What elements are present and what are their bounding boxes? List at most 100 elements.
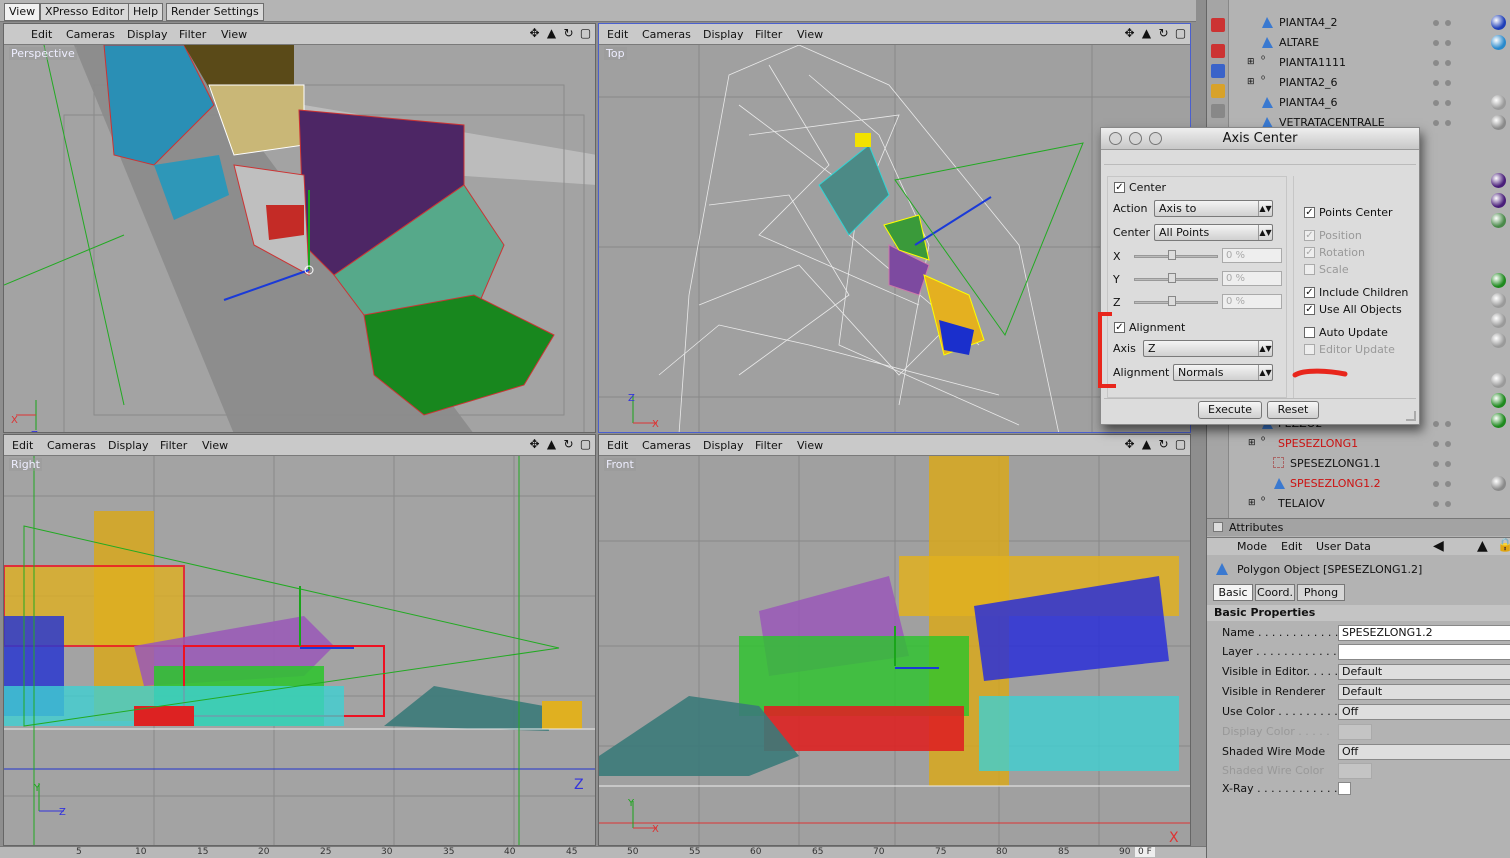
maximize-icon[interactable]: ▢ [1174, 26, 1187, 40]
menu-filter[interactable]: Filter [755, 439, 782, 452]
tab-view[interactable]: View [4, 3, 41, 21]
expand-icon[interactable]: ⊞ [1247, 77, 1255, 87]
object-row[interactable]: SPESEZLONG1.2 [1207, 474, 1510, 494]
menu-display[interactable]: Display [108, 439, 149, 452]
action-select[interactable]: Axis to ▲▼ [1154, 200, 1273, 217]
menu-filter[interactable]: Filter [755, 28, 782, 41]
tab-xpresso-editor[interactable]: XPresso Editor [40, 3, 130, 21]
material-tag-icon[interactable] [1491, 273, 1506, 288]
tab-render-settings[interactable]: Render Settings [166, 3, 264, 21]
expand-icon[interactable]: ⊞ [1248, 438, 1256, 448]
zoom-window-icon[interactable] [1149, 132, 1162, 145]
y-slider[interactable] [1134, 278, 1218, 281]
dialog-title-bar[interactable]: Axis Center [1101, 128, 1419, 150]
maximize-icon[interactable]: ▢ [579, 26, 592, 40]
object-row[interactable]: ALTARE [1207, 33, 1510, 53]
object-row[interactable]: ⊞ ⁰ SPESEZLONG1 [1207, 434, 1510, 454]
y-value-field[interactable]: 0 % [1222, 271, 1282, 286]
center-mode-select[interactable]: All Points ▲▼ [1154, 224, 1273, 241]
material-tag-icon[interactable] [1491, 373, 1506, 388]
execute-button[interactable]: Execute [1198, 401, 1262, 419]
material-tag-icon[interactable] [1491, 193, 1506, 208]
render-visibility-dot[interactable] [1445, 481, 1451, 487]
viewport-front[interactable]: Edit Cameras Display Filter View ✥ ▲ ↻ ▢ [598, 434, 1191, 846]
material-tag-icon[interactable] [1491, 35, 1506, 50]
editor-visibility-dot[interactable] [1433, 441, 1439, 447]
editor-visibility-dot[interactable] [1433, 100, 1439, 106]
material-tag-icon[interactable] [1491, 333, 1506, 348]
attribute-dropdown[interactable]: Default [1338, 664, 1510, 680]
material-tag-icon[interactable] [1491, 293, 1506, 308]
rotate-icon[interactable]: ↻ [1157, 437, 1170, 451]
material-tag-icon[interactable] [1491, 313, 1506, 328]
menu-cameras[interactable]: Cameras [642, 28, 691, 41]
option-checkbox[interactable]: ✓ [1304, 207, 1315, 218]
render-visibility-dot[interactable] [1445, 441, 1451, 447]
tab-help[interactable]: Help [128, 3, 164, 21]
x-slider-knob[interactable] [1168, 250, 1176, 260]
material-tag-icon[interactable] [1491, 95, 1506, 110]
menu-filter[interactable]: Filter [179, 28, 206, 41]
attribute-dropdown[interactable]: Default [1338, 684, 1510, 700]
rotate-icon[interactable]: ↻ [562, 26, 575, 40]
menu-view[interactable]: View [202, 439, 228, 452]
zoom-icon[interactable]: ▲ [1140, 26, 1153, 40]
render-visibility-dot[interactable] [1445, 461, 1451, 467]
current-frame-field[interactable]: 0 F [1135, 847, 1155, 857]
editor-visibility-dot[interactable] [1433, 421, 1439, 427]
rotate-icon[interactable]: ↻ [1157, 26, 1170, 40]
menu-edit[interactable]: Edit [607, 28, 628, 41]
menu-edit[interactable]: Edit [31, 28, 52, 41]
material-tag-icon[interactable] [1491, 476, 1506, 491]
menu-user-data[interactable]: User Data [1316, 540, 1371, 553]
x-value-field[interactable]: 0 % [1222, 248, 1282, 263]
menu-view[interactable]: View [797, 439, 823, 452]
render-visibility-dot[interactable] [1445, 120, 1451, 126]
tab-basic[interactable]: Basic [1213, 584, 1253, 601]
menu-filter[interactable]: Filter [160, 439, 187, 452]
editor-visibility-dot[interactable] [1433, 120, 1439, 126]
center-checkbox[interactable]: ✓ [1114, 182, 1125, 193]
editor-visibility-dot[interactable] [1433, 20, 1439, 26]
object-row[interactable]: ⊞ ⁰ TELAIOV [1207, 494, 1510, 514]
editor-visibility-dot[interactable] [1433, 461, 1439, 467]
attribute-text-field[interactable]: SPESEZLONG1.2 [1338, 625, 1510, 641]
menu-display[interactable]: Display [703, 439, 744, 452]
zoom-icon[interactable]: ▲ [1140, 437, 1153, 451]
object-row[interactable]: PIANTA4_2 [1207, 13, 1510, 33]
render-visibility-dot[interactable] [1445, 100, 1451, 106]
render-visibility-dot[interactable] [1445, 501, 1451, 507]
x-slider[interactable] [1134, 255, 1218, 258]
move-icon[interactable]: ✥ [528, 26, 541, 40]
material-tag-icon[interactable] [1491, 173, 1506, 188]
zoom-icon[interactable]: ▲ [545, 437, 558, 451]
editor-visibility-dot[interactable] [1433, 60, 1439, 66]
maximize-icon[interactable]: ▢ [579, 437, 592, 451]
zoom-icon[interactable]: ▲ [545, 26, 558, 40]
editor-visibility-dot[interactable] [1433, 501, 1439, 507]
y-slider-knob[interactable] [1168, 273, 1176, 283]
move-icon[interactable]: ✥ [528, 437, 541, 451]
editor-visibility-dot[interactable] [1433, 40, 1439, 46]
menu-mode[interactable]: Mode [1237, 540, 1267, 553]
attribute-text-field[interactable] [1338, 644, 1510, 660]
back-arrow-icon[interactable]: ◀ [1433, 538, 1444, 554]
move-icon[interactable]: ✥ [1123, 437, 1136, 451]
editor-visibility-dot[interactable] [1433, 481, 1439, 487]
menu-cameras[interactable]: Cameras [66, 28, 115, 41]
render-visibility-dot[interactable] [1445, 80, 1451, 86]
move-icon[interactable]: ✥ [1123, 26, 1136, 40]
rotate-icon[interactable]: ↻ [562, 437, 575, 451]
attribute-dropdown[interactable]: Off [1338, 744, 1510, 760]
attribute-checkbox[interactable] [1338, 782, 1351, 795]
minimize-icon[interactable] [1129, 132, 1142, 145]
render-visibility-dot[interactable] [1445, 60, 1451, 66]
maximize-icon[interactable]: ▢ [1174, 437, 1187, 451]
menu-view[interactable]: View [221, 28, 247, 41]
timeline-ruler[interactable]: 5 10 15 20 25 30 35 40 45 50 55 60 65 70… [0, 846, 1210, 858]
object-row[interactable]: SPESEZLONG1.1 [1207, 454, 1510, 474]
viewport-perspective[interactable]: Edit Cameras Display Filter View ✥ ▲ ↻ ▢ [3, 23, 596, 433]
object-row[interactable]: PIANTA4_6 [1207, 93, 1510, 113]
material-tag-icon[interactable] [1491, 115, 1506, 130]
panel-close-icon[interactable] [1213, 522, 1223, 532]
